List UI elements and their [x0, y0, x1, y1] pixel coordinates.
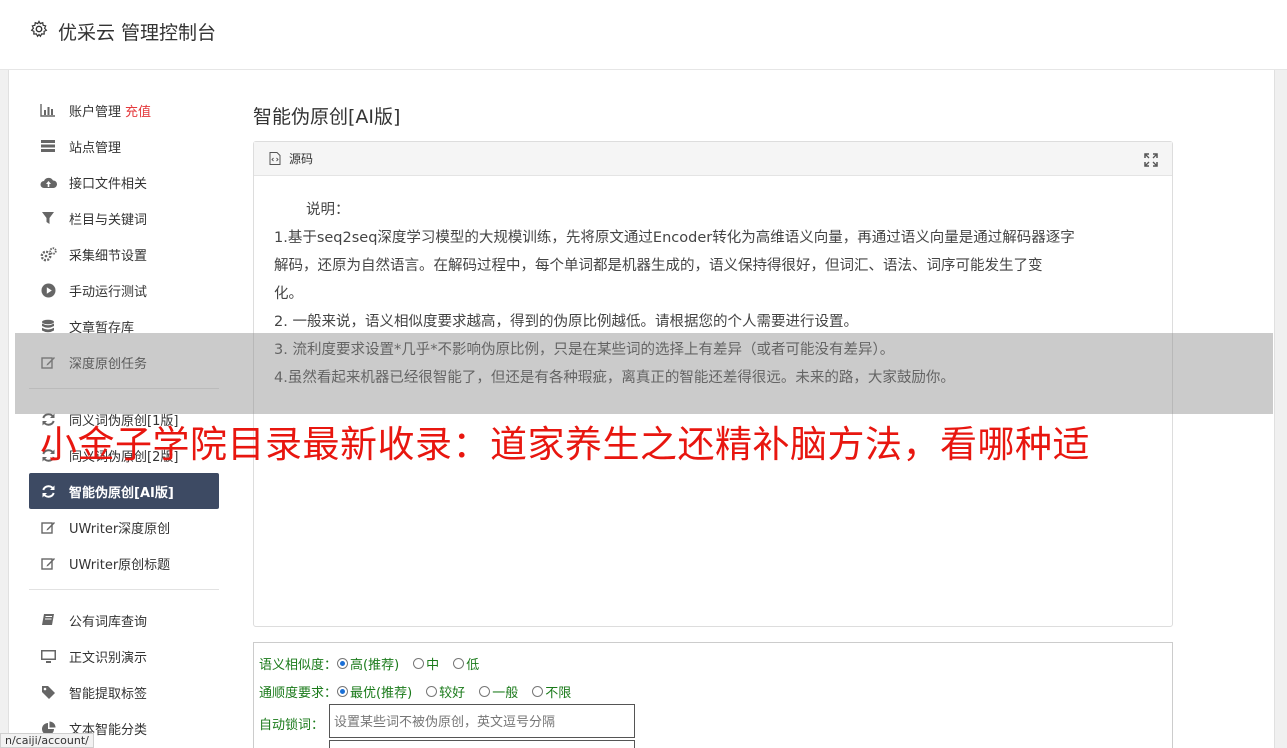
sidebar-item-uwriter-title[interactable]: UWriter原创标题 — [29, 545, 219, 581]
app-title: 优采云 管理控制台 — [58, 22, 217, 44]
sidebar-item-label: 账户管理 — [69, 104, 122, 120]
radio-circle[interactable] — [337, 658, 349, 669]
sidebar-item-ai-rewrite[interactable]: 智能伪原创[AI版] — [29, 473, 219, 509]
radio-circle[interactable] — [426, 686, 438, 697]
play-circle-icon — [39, 281, 57, 299]
sidebar-item-label: 手动运行测试 — [69, 284, 148, 300]
sidebar-item-smart-tags[interactable]: 智能提取标签 — [29, 674, 219, 710]
fullscreen-icon[interactable] — [1144, 153, 1158, 167]
sidebar-item-label: 智能提取标签 — [69, 686, 148, 702]
sidebar-item-label: 栏目与关键词 — [69, 212, 148, 228]
fluency-good-radio[interactable]: 较好 — [426, 682, 465, 701]
radio-circle[interactable] — [337, 686, 349, 697]
sidebar-item-label: 智能伪原创[AI版] — [69, 485, 174, 501]
radio-label: 中 — [426, 658, 440, 673]
fluency-normal-radio[interactable]: 一般 — [479, 682, 518, 701]
lock-label: 自动锁词： — [259, 718, 325, 733]
instruction-line: 2. 一般来说，语义相似度要求越高，得到的伪原比例越低。请根据您的个人需要进行设… — [274, 314, 858, 330]
radio-circle[interactable] — [453, 658, 465, 669]
page-title: 智能伪原创[AI版] — [253, 106, 401, 128]
tag-icon — [39, 683, 57, 701]
sidebar-item-label: UWriter原创标题 — [69, 557, 171, 573]
similarity-row: 语义相似度： 高(推荐) 中 低 — [259, 654, 493, 673]
panel-header-label: 源码 — [289, 152, 314, 166]
overlay-banner — [15, 333, 1273, 414]
radio-circle[interactable] — [532, 686, 544, 697]
instruction-line: 化。 — [274, 286, 303, 302]
filter-icon — [39, 209, 57, 227]
sidebar-item-text-recognition[interactable]: 正文识别演示 — [29, 638, 219, 674]
sidebar-item-label: 站点管理 — [69, 140, 122, 156]
radio-label: 最优(推荐) — [350, 686, 413, 701]
similarity-low-radio[interactable]: 低 — [453, 654, 479, 673]
overlay-headline: 小金子学院目录最新收录：道家养生之还精补脑方法，看哪种适 — [40, 423, 1090, 466]
sidebar-item-label: 采集细节设置 — [69, 248, 148, 264]
bar-chart-icon — [39, 101, 57, 119]
sidebar-item-collect-settings[interactable]: 采集细节设置 — [29, 236, 219, 272]
radio-circle[interactable] — [479, 686, 491, 697]
fluency-row: 通顺度要求： 最优(推荐) 较好 一般 不限 — [259, 682, 585, 701]
sidebar-item-label: 正文识别演示 — [69, 650, 148, 666]
similarity-label: 语义相似度： — [259, 658, 338, 673]
similarity-high-radio[interactable]: 高(推荐) — [337, 654, 399, 673]
sidebar-item-public-lexicon[interactable]: 公有词库查询 — [29, 602, 219, 638]
server-icon — [39, 137, 57, 155]
status-bar-url: n/caiji/account/ — [0, 733, 94, 748]
secondary-input[interactable] — [329, 740, 635, 748]
recharge-link[interactable]: 充值 — [125, 101, 151, 120]
edit-icon — [39, 518, 57, 536]
fluency-label: 通顺度要求： — [259, 686, 338, 701]
sidebar-item-account[interactable]: 账户管理 充值 — [29, 92, 219, 128]
fluency-best-radio[interactable]: 最优(推荐) — [337, 682, 412, 701]
sidebar-item-label: 接口文件相关 — [69, 176, 148, 192]
instruction-line: 解码，还原为自然语言。在解码过程中，每个单词都是机器生成的，语义保持得很好，但词… — [274, 258, 1043, 274]
refresh-icon — [39, 482, 57, 500]
radio-label: 低 — [466, 658, 480, 673]
book-icon — [39, 611, 57, 629]
edit-icon — [39, 554, 57, 572]
instruction-line: 说明： — [306, 202, 350, 218]
sidebar-item-keywords[interactable]: 栏目与关键词 — [29, 200, 219, 236]
sidebar-item-label: UWriter深度原创 — [69, 521, 171, 537]
monitor-icon — [39, 647, 57, 665]
sidebar-divider — [29, 589, 219, 590]
similarity-medium-radio[interactable]: 中 — [413, 654, 439, 673]
instruction-line: 1.基于seq2seq深度学习模型的大规模训练，先将原文通过Encoder转化为… — [274, 230, 1075, 246]
lock-row: 自动锁词： — [259, 714, 324, 733]
panel-header: 源码 — [254, 142, 1172, 176]
radio-label: 不限 — [545, 686, 572, 701]
sidebar-item-uwriter-deep[interactable]: UWriter深度原创 — [29, 509, 219, 545]
sidebar-item-interface[interactable]: 接口文件相关 — [29, 164, 219, 200]
sidebar-item-label: 公有词库查询 — [69, 614, 148, 630]
cloud-upload-icon — [39, 173, 57, 191]
gear-icon[interactable] — [30, 20, 48, 38]
file-code-icon — [269, 152, 281, 165]
radio-label: 较好 — [439, 686, 466, 701]
lock-words-input[interactable]: 设置某些词不被伪原创，英文逗号分隔 — [329, 704, 635, 738]
options-form: 语义相似度： 高(推荐) 中 低 通顺度要求： 最优(推荐) 较好 一般 不限 … — [253, 642, 1173, 748]
gears-icon — [39, 245, 57, 263]
radio-label: 高(推荐) — [350, 658, 400, 673]
radio-label: 一般 — [492, 686, 519, 701]
sidebar-item-sites[interactable]: 站点管理 — [29, 128, 219, 164]
sidebar-item-manual-run[interactable]: 手动运行测试 — [29, 272, 219, 308]
top-bar: 优采云 管理控制台 — [0, 0, 1287, 70]
fluency-any-radio[interactable]: 不限 — [532, 682, 571, 701]
radio-circle[interactable] — [413, 658, 425, 669]
